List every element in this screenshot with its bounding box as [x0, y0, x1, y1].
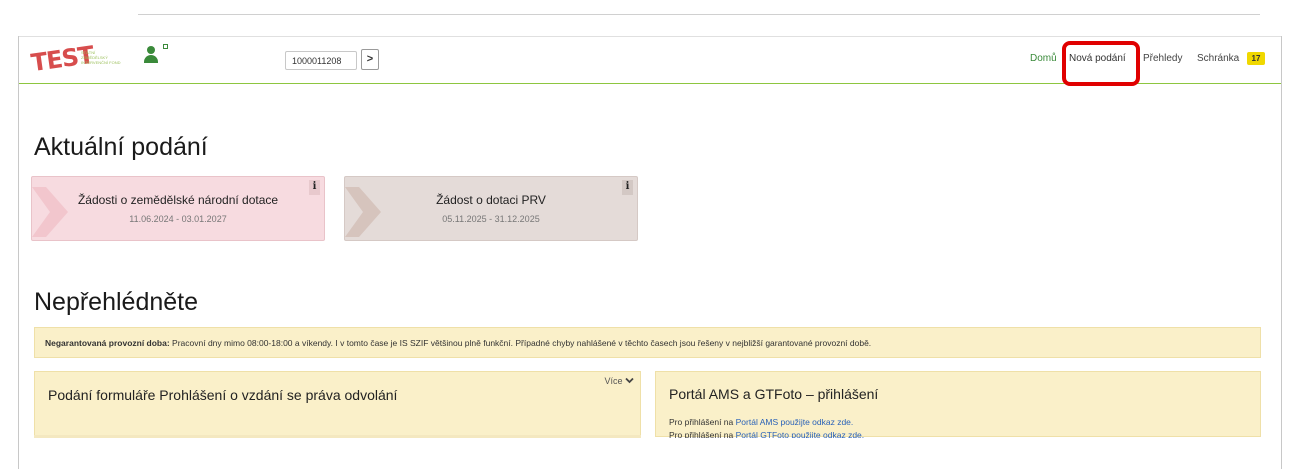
user-status-icon: [163, 44, 168, 49]
notice-label: Negarantovaná provozní doba:: [45, 338, 170, 348]
info-icon[interactable]: i: [622, 180, 633, 195]
nav-inbox[interactable]: Schránka: [1197, 53, 1239, 64]
highlight-box: [1062, 41, 1140, 86]
user-icon[interactable]: [143, 46, 159, 64]
panel-line-ams: Pro přihlášení na Portál AMS použijte od…: [669, 417, 853, 427]
notice-text: Pracovní dny mimo 08:00-18:00 a víkendy.…: [169, 338, 872, 348]
frame-right-border: [1281, 36, 1282, 469]
header: TEST STÁTNÍ ZEMĚDĚLSKÝ INTERVENČNÍ FOND …: [19, 37, 1281, 86]
panel-title: Portál AMS a GTFoto – přihlášení: [669, 386, 879, 402]
submission-card-prv[interactable]: Žádost o dotaci PRV 05.11.2025 - 31.12.2…: [344, 176, 638, 241]
client-id-go-button[interactable]: >: [361, 49, 379, 70]
user-icon-head: [147, 46, 155, 54]
client-id-input[interactable]: [285, 51, 357, 70]
logo-subtitle: STÁTNÍ ZEMĚDĚLSKÝ INTERVENČNÍ FOND: [81, 50, 121, 65]
operating-hours-notice: Negarantovaná provozní doba: Pracovní dn…: [34, 327, 1261, 358]
nav-home[interactable]: Domů: [1030, 53, 1057, 64]
more-toggle[interactable]: Více: [604, 376, 634, 386]
line-prefix: Pro přihlášení na: [669, 417, 736, 427]
nav-overviews[interactable]: Přehledy: [1143, 53, 1182, 64]
chevron-down-icon: [625, 377, 634, 384]
more-label: Více: [604, 376, 623, 386]
logo[interactable]: TEST STÁTNÍ ZEMĚDĚLSKÝ INTERVENČNÍ FOND: [29, 41, 141, 77]
card-title: Žádosti o zemědělské národní dotace: [77, 193, 279, 207]
submission-card-national-subsidies[interactable]: Žádosti o zemědělské národní dotace 11.0…: [31, 176, 325, 241]
current-submissions-title: Aktuální podání: [34, 133, 208, 161]
panel-waiver-form: Podání formuláře Prohlášení o vzdání se …: [34, 371, 641, 437]
info-icon[interactable]: i: [309, 180, 320, 195]
inbox-count-badge[interactable]: 17: [1247, 52, 1265, 65]
viewport-bottom: [19, 438, 1281, 469]
card-dates: 11.06.2024 - 03.01.2027: [129, 214, 227, 224]
top-divider: [138, 14, 1260, 15]
panel-title: Podání formuláře Prohlášení o vzdání se …: [48, 387, 398, 403]
dont-miss-title: Nepřehlédněte: [34, 288, 199, 316]
ams-portal-link[interactable]: Portál AMS použijte odkaz zde.: [736, 417, 854, 427]
panel-ams-gtfoto: Portál AMS a GTFoto – přihlášení Pro při…: [655, 371, 1261, 440]
card-dates: 05.11.2025 - 31.12.2025: [442, 214, 540, 224]
page: TEST STÁTNÍ ZEMĚDĚLSKÝ INTERVENČNÍ FOND …: [0, 0, 1295, 469]
user-icon-body: [144, 55, 158, 63]
frame-left-border: [18, 36, 19, 469]
card-title: Žádost o dotaci PRV: [436, 193, 546, 207]
